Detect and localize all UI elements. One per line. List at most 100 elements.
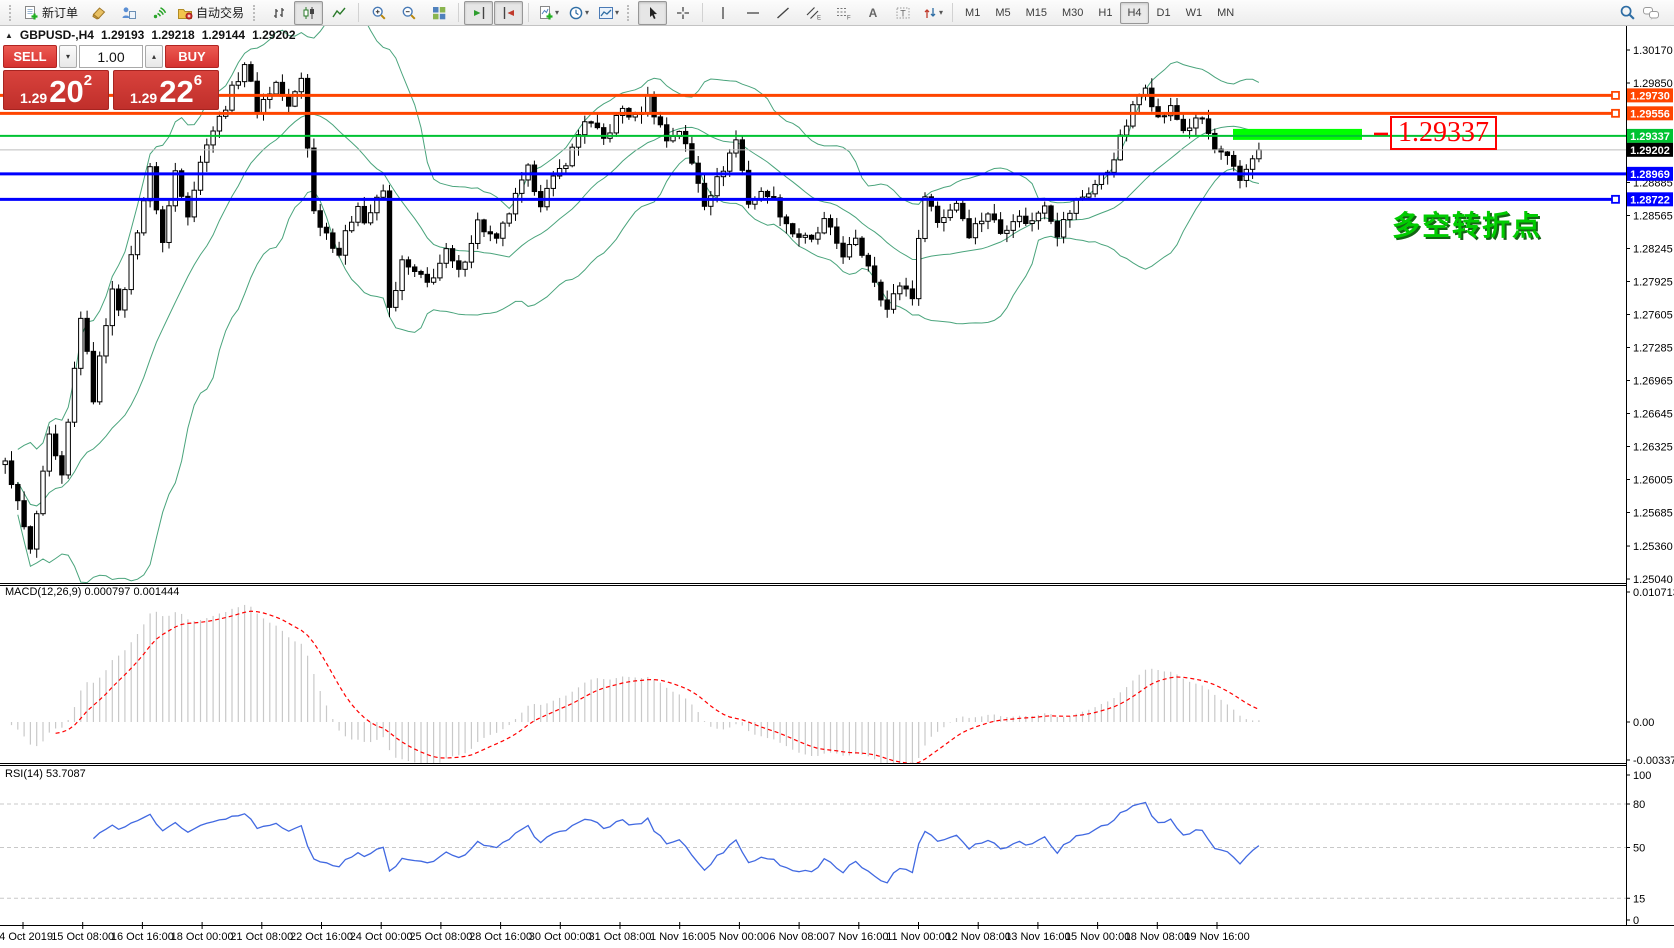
time-scale[interactable]: 14 Oct 201915 Oct 08:0016 Oct 16:0018 Oc… bbox=[0, 922, 1674, 943]
arrows-button[interactable]: ▾ bbox=[918, 1, 947, 25]
zoom-in-button[interactable] bbox=[364, 1, 393, 25]
vertical-line-button[interactable] bbox=[708, 1, 737, 25]
horizontal-level-lines[interactable] bbox=[0, 92, 1626, 203]
sell-price-point: 2 bbox=[84, 72, 92, 89]
text-button[interactable]: A bbox=[858, 1, 887, 25]
time-tick-label: 15 Oct 08:00 bbox=[51, 931, 114, 943]
time-tick-label: 1 Nov 16:00 bbox=[650, 931, 709, 943]
chinese-annotation[interactable]: 多空转折点 bbox=[1392, 204, 1542, 244]
autotrading-label: 自动交易 bbox=[196, 4, 244, 21]
profile-icon bbox=[121, 5, 137, 21]
trendline-button[interactable] bbox=[768, 1, 797, 25]
timeframe-h1-button[interactable]: H1 bbox=[1091, 2, 1119, 24]
price-callout-label[interactable]: 1.29337 bbox=[1390, 116, 1497, 150]
crosshair-button[interactable] bbox=[668, 1, 697, 25]
line-endpoint-handle[interactable] bbox=[1612, 92, 1619, 99]
profile-button[interactable] bbox=[114, 1, 143, 25]
tile-windows-button[interactable] bbox=[424, 1, 453, 25]
svg-text:E: E bbox=[817, 15, 821, 21]
eraser-button[interactable] bbox=[84, 1, 113, 25]
chat-icon[interactable] bbox=[1642, 5, 1660, 21]
timeframe-w1-button[interactable]: W1 bbox=[1179, 2, 1210, 24]
rsi-value: 53.7087 bbox=[46, 768, 86, 780]
price-scale[interactable]: 1.301701.298501.288851.285651.282451.279… bbox=[1626, 26, 1674, 927]
time-tick-label: 22 Oct 16:00 bbox=[290, 931, 353, 943]
text-icon: A bbox=[865, 5, 881, 21]
period-button[interactable]: ▾ bbox=[564, 1, 593, 25]
search-icon[interactable] bbox=[1619, 4, 1636, 21]
time-tick-label: 16 Oct 16:00 bbox=[111, 931, 174, 943]
zoom-out-button[interactable] bbox=[394, 1, 423, 25]
bar-chart-button[interactable] bbox=[264, 1, 293, 25]
sell-price-pips: 20 bbox=[49, 78, 83, 106]
template-icon bbox=[598, 5, 614, 21]
zoom-in-icon bbox=[371, 5, 387, 21]
timeframe-h4-button[interactable]: H4 bbox=[1120, 2, 1148, 24]
macd-title: MACD(12,26,9) bbox=[5, 586, 81, 598]
signal-button[interactable] bbox=[144, 1, 173, 25]
time-tick-label: 11 Nov 00:00 bbox=[886, 931, 951, 943]
lot-decrease-button[interactable]: ▾ bbox=[59, 45, 77, 68]
price-tick-label: 1.26965 bbox=[1633, 376, 1673, 388]
price-tick-label: 1.27605 bbox=[1633, 310, 1673, 322]
new-order-icon bbox=[23, 5, 39, 21]
macd-value-main: 0.000797 bbox=[84, 586, 130, 598]
autotrading-button[interactable]: 自动交易 bbox=[174, 1, 249, 25]
fibonacci-button[interactable]: F bbox=[828, 1, 857, 25]
candlestick-chart-button[interactable] bbox=[294, 1, 323, 25]
svg-text:A: A bbox=[868, 6, 877, 20]
buy-price-point: 6 bbox=[194, 72, 202, 89]
lot-increase-button[interactable]: ▴ bbox=[145, 45, 163, 68]
price-tick-label: 1.25685 bbox=[1633, 508, 1673, 520]
timeframe-m15-button[interactable]: M15 bbox=[1019, 2, 1054, 24]
timeframe-m5-button[interactable]: M5 bbox=[988, 2, 1017, 24]
cursor-icon bbox=[645, 5, 661, 21]
time-tick-label: 18 Nov 08:00 bbox=[1125, 931, 1190, 943]
equidistant-channel-button[interactable]: E bbox=[798, 1, 827, 25]
line-chart-icon bbox=[331, 5, 347, 21]
lot-size-input[interactable]: 1.00 bbox=[79, 45, 143, 68]
buy-price-box[interactable]: 1.29 22 6 bbox=[113, 70, 219, 110]
sell-price-box[interactable]: 1.29 20 2 bbox=[3, 70, 109, 110]
toolbar-separator bbox=[528, 3, 529, 22]
time-tick-label: 15 Nov 00:00 bbox=[1065, 931, 1130, 943]
line-chart-button[interactable] bbox=[324, 1, 353, 25]
timeframe-mn-button[interactable]: MN bbox=[1210, 2, 1241, 24]
svg-text:1.29337: 1.29337 bbox=[1630, 131, 1670, 143]
caret-down-icon: ▾ bbox=[615, 8, 619, 17]
macd-indicator-label: MACD(12,26,9) 0.000797 0.001444 bbox=[5, 586, 179, 598]
buy-button[interactable]: BUY bbox=[165, 45, 219, 68]
line-endpoint-handle[interactable] bbox=[1612, 196, 1619, 203]
chart-area[interactable]: 1.301701.298501.288851.285651.282451.279… bbox=[0, 26, 1674, 948]
add-indicator-button[interactable]: ▾ bbox=[534, 1, 563, 25]
timeframe-m30-button[interactable]: M30 bbox=[1055, 2, 1090, 24]
highlight-bar[interactable] bbox=[1233, 129, 1362, 140]
time-tick-label: 28 Oct 16:00 bbox=[469, 931, 532, 943]
text-label-button[interactable]: T bbox=[888, 1, 917, 25]
chart-canvas[interactable]: 1.301701.298501.288851.285651.282451.279… bbox=[0, 26, 1674, 948]
chart-shift-button[interactable] bbox=[464, 1, 493, 25]
sell-button[interactable]: SELL bbox=[3, 45, 57, 68]
new-order-button[interactable]: 新订单 bbox=[20, 1, 83, 25]
rsi-line bbox=[93, 803, 1259, 883]
auto-scroll-button[interactable] bbox=[494, 1, 523, 25]
template-button[interactable]: ▾ bbox=[594, 1, 623, 25]
svg-text:1.29556: 1.29556 bbox=[1630, 108, 1670, 120]
cursor-button[interactable] bbox=[638, 1, 667, 25]
horizontal-line-button[interactable] bbox=[738, 1, 767, 25]
time-tick-label: 25 Oct 08:00 bbox=[409, 931, 472, 943]
signal-icon bbox=[151, 5, 167, 21]
price-tick-label: 1.28565 bbox=[1633, 211, 1673, 223]
time-tick-label: 5 Nov 00:00 bbox=[710, 931, 769, 943]
time-tick-label: 21 Oct 08:00 bbox=[230, 931, 293, 943]
toolbar-separator bbox=[702, 3, 703, 22]
timeframe-m1-button[interactable]: M1 bbox=[958, 2, 987, 24]
line-endpoint-handle[interactable] bbox=[1612, 110, 1619, 117]
caret-down-icon: ▾ bbox=[555, 8, 559, 17]
timeframe-d1-button[interactable]: D1 bbox=[1150, 2, 1178, 24]
buy-price-pips: 22 bbox=[159, 78, 193, 106]
collapse-icon[interactable]: ▲ bbox=[5, 31, 13, 40]
buy-price-base: 1.29 bbox=[130, 91, 157, 106]
eraser-icon bbox=[91, 5, 107, 21]
macd-value-signal: 0.001444 bbox=[133, 586, 179, 598]
